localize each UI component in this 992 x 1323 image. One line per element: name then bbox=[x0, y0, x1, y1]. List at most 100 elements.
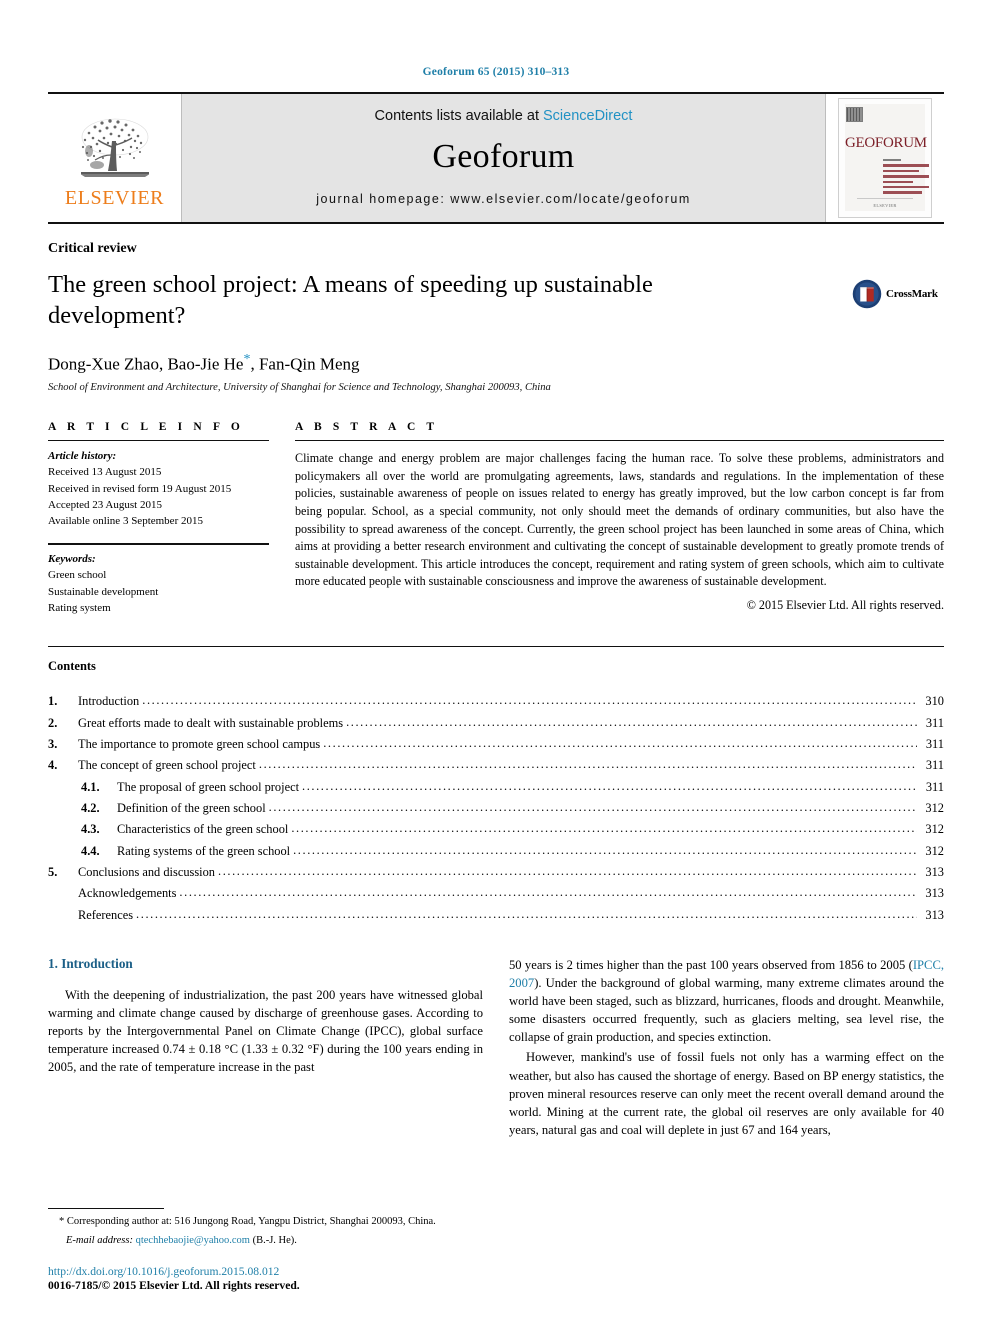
toc-label: The importance to promote green school c… bbox=[78, 736, 321, 751]
body-column-right: 50 years is 2 times higher than the past… bbox=[509, 956, 944, 1141]
body-columns: 1. Introduction With the deepening of in… bbox=[48, 956, 944, 1141]
contents-section: Contents 1. Introduction.................… bbox=[48, 646, 944, 926]
toc-row[interactable]: 3. The importance to promote green school… bbox=[48, 734, 944, 755]
toc-row[interactable]: 4.2. Definition of the green school......… bbox=[48, 798, 944, 819]
toc-page-number: 313 bbox=[925, 907, 944, 922]
masthead-center: Contents lists available at ScienceDirec… bbox=[181, 94, 826, 222]
toc-leader-dots: ........................................… bbox=[179, 885, 917, 900]
article-info-column: A R T I C L E I N F O Article history: R… bbox=[48, 421, 295, 616]
body-paragraph: With the deepening of industrialization,… bbox=[48, 987, 483, 1075]
table-of-contents: 1. Introduction..........................… bbox=[48, 691, 944, 926]
toc-page-number: 313 bbox=[925, 886, 944, 901]
abstract-column: A B S T R A C T Climate change and energ… bbox=[295, 421, 944, 616]
toc-label: Acknowledgements bbox=[78, 886, 177, 901]
history-accepted: Accepted 23 August 2015 bbox=[48, 498, 162, 511]
cover-editor-list bbox=[883, 159, 929, 197]
toc-section-number: 4. bbox=[48, 758, 58, 773]
authors-tail: , Fan-Qin Meng bbox=[250, 354, 360, 374]
authors-main: Dong-Xue Zhao, Bao-Jie He bbox=[48, 354, 244, 374]
toc-subsection-number: 4.1. bbox=[81, 779, 100, 794]
toc-row[interactable]: 4. The concept of green school project...… bbox=[48, 755, 944, 776]
abstract-copyright: © 2015 Elsevier Ltd. All rights reserved… bbox=[746, 597, 944, 612]
history-online: Available online 3 September 2015 bbox=[48, 515, 203, 528]
keyword-item: Green school bbox=[48, 569, 107, 582]
toc-row[interactable]: 4.3. Characteristics of the green school.… bbox=[48, 819, 944, 840]
toc-section-number: 1. bbox=[48, 694, 58, 709]
article-doctype: Critical review bbox=[48, 241, 137, 256]
toc-section-number: 5. bbox=[48, 864, 58, 879]
toc-label: The concept of green school project bbox=[78, 758, 256, 773]
article-page: Geoforum 65 (2015) 310–313 ELSEVIER Cont… bbox=[0, 0, 992, 1323]
toc-leader-dots: ........................................… bbox=[218, 863, 917, 878]
elsevier-tree-icon bbox=[80, 118, 149, 177]
sciencedirect-link[interactable]: ScienceDirect bbox=[543, 108, 632, 124]
toc-section-number: 3. bbox=[48, 736, 58, 751]
footnote-block: * Corresponding author at: 516 Jungong R… bbox=[48, 1208, 480, 1292]
running-head: Geoforum 65 (2015) 310–313 bbox=[422, 66, 570, 78]
corresponding-author-note: * Corresponding author at: 516 Jungong R… bbox=[59, 1216, 436, 1228]
toc-subsection-number: 4.2. bbox=[81, 800, 100, 815]
history-revised: Received in revised form 19 August 2015 bbox=[48, 482, 232, 495]
abstract-text: Climate change and energy problem are ma… bbox=[295, 451, 944, 589]
toc-row[interactable]: 4.1. The proposal of green school project… bbox=[48, 777, 944, 798]
paragraph-text-before-citation: 50 years is 2 times higher than the past… bbox=[509, 957, 913, 972]
toc-label: References bbox=[78, 907, 134, 922]
toc-label: Introduction bbox=[78, 694, 140, 709]
cover-publisher: ELSEVIER bbox=[873, 203, 897, 208]
toc-label: Characteristics of the green school bbox=[117, 822, 289, 837]
toc-leader-dots: ........................................… bbox=[142, 693, 917, 708]
affiliation: School of Environment and Architecture, … bbox=[48, 382, 551, 394]
cover-stamp-icon bbox=[846, 107, 863, 122]
title-block: The green school project: A means of spe… bbox=[48, 257, 944, 393]
contents-available-line: Contents lists available at ScienceDirec… bbox=[375, 108, 633, 124]
email-label: E-mail address: bbox=[66, 1235, 133, 1247]
article-history-label: Article history: bbox=[48, 450, 117, 463]
crossmark-icon bbox=[852, 279, 882, 309]
toc-subsection-number: 4.4. bbox=[81, 843, 100, 858]
contents-heading: Contents bbox=[48, 659, 96, 674]
toc-row[interactable]: 4.4. Rating systems of the green school..… bbox=[48, 841, 944, 862]
doi-link[interactable]: http://dx.doi.org/10.1016/j.geoforum.201… bbox=[48, 1265, 480, 1278]
toc-page-number: 311 bbox=[925, 758, 944, 773]
toc-page-number: 311 bbox=[925, 715, 944, 730]
toc-page-number: 312 bbox=[925, 800, 944, 815]
contents-available-prefix: Contents lists available at bbox=[374, 108, 543, 124]
paragraph-text-after-citation: ). Under the background of global warmin… bbox=[509, 975, 944, 1045]
toc-label: Rating systems of the green school bbox=[117, 843, 291, 858]
toc-label: The proposal of green school project bbox=[117, 779, 300, 794]
toc-page-number: 311 bbox=[925, 736, 944, 751]
toc-row[interactable]: References..............................… bbox=[48, 905, 944, 926]
toc-page-number: 312 bbox=[925, 822, 944, 837]
elsevier-logo: ELSEVIER bbox=[48, 94, 181, 222]
article-info-heading: A R T I C L E I N F O bbox=[48, 421, 244, 434]
toc-leader-dots: ........................................… bbox=[302, 778, 917, 793]
toc-row[interactable]: 1. Introduction..........................… bbox=[48, 691, 944, 712]
toc-label: Great efforts made to dealt with sustain… bbox=[78, 715, 344, 730]
author-list: Dong-Xue Zhao, Bao-Jie He*, Fan-Qin Meng bbox=[48, 352, 836, 375]
doi-block: http://dx.doi.org/10.1016/j.geoforum.201… bbox=[48, 1265, 480, 1292]
section-heading-introduction: 1. Introduction bbox=[48, 955, 133, 971]
crossmark-label: CrossMark bbox=[886, 288, 938, 300]
toc-leader-dots: ........................................… bbox=[291, 821, 917, 836]
toc-page-number: 311 bbox=[925, 779, 944, 794]
crossmark-badge[interactable]: CrossMark bbox=[852, 279, 944, 309]
cover-journal-title: GEOFORUM bbox=[845, 135, 927, 151]
keyword-item: Sustainable development bbox=[48, 585, 159, 598]
toc-label: Definition of the green school bbox=[117, 800, 266, 815]
journal-homepage-link[interactable]: journal homepage: www.elsevier.com/locat… bbox=[316, 192, 690, 206]
history-received: Received 13 August 2015 bbox=[48, 466, 162, 479]
body-paragraph: However, mankind's use of fossil fuels n… bbox=[509, 1050, 944, 1137]
email-note: E-mail address: qtechhebaojie@yahoo.com … bbox=[48, 1234, 480, 1249]
journal-masthead: ELSEVIER Contents lists available at Sci… bbox=[48, 92, 944, 224]
toc-row[interactable]: 5. Conclusions and discussion............… bbox=[48, 862, 944, 883]
keyword-item: Rating system bbox=[48, 601, 111, 614]
toc-row[interactable]: 2. Great efforts made to dealt with susta… bbox=[48, 713, 944, 734]
toc-page-number: 313 bbox=[925, 864, 944, 879]
keywords-label: Keywords: bbox=[48, 553, 96, 566]
email-link[interactable]: qtechhebaojie@yahoo.com bbox=[136, 1235, 250, 1246]
toc-leader-dots: ........................................… bbox=[323, 735, 917, 750]
toc-leader-dots: ........................................… bbox=[293, 842, 917, 857]
toc-row[interactable]: Acknowledgements........................… bbox=[48, 883, 944, 904]
page-title: The green school project: A means of spe… bbox=[48, 271, 653, 329]
toc-section-number: 2. bbox=[48, 715, 58, 730]
